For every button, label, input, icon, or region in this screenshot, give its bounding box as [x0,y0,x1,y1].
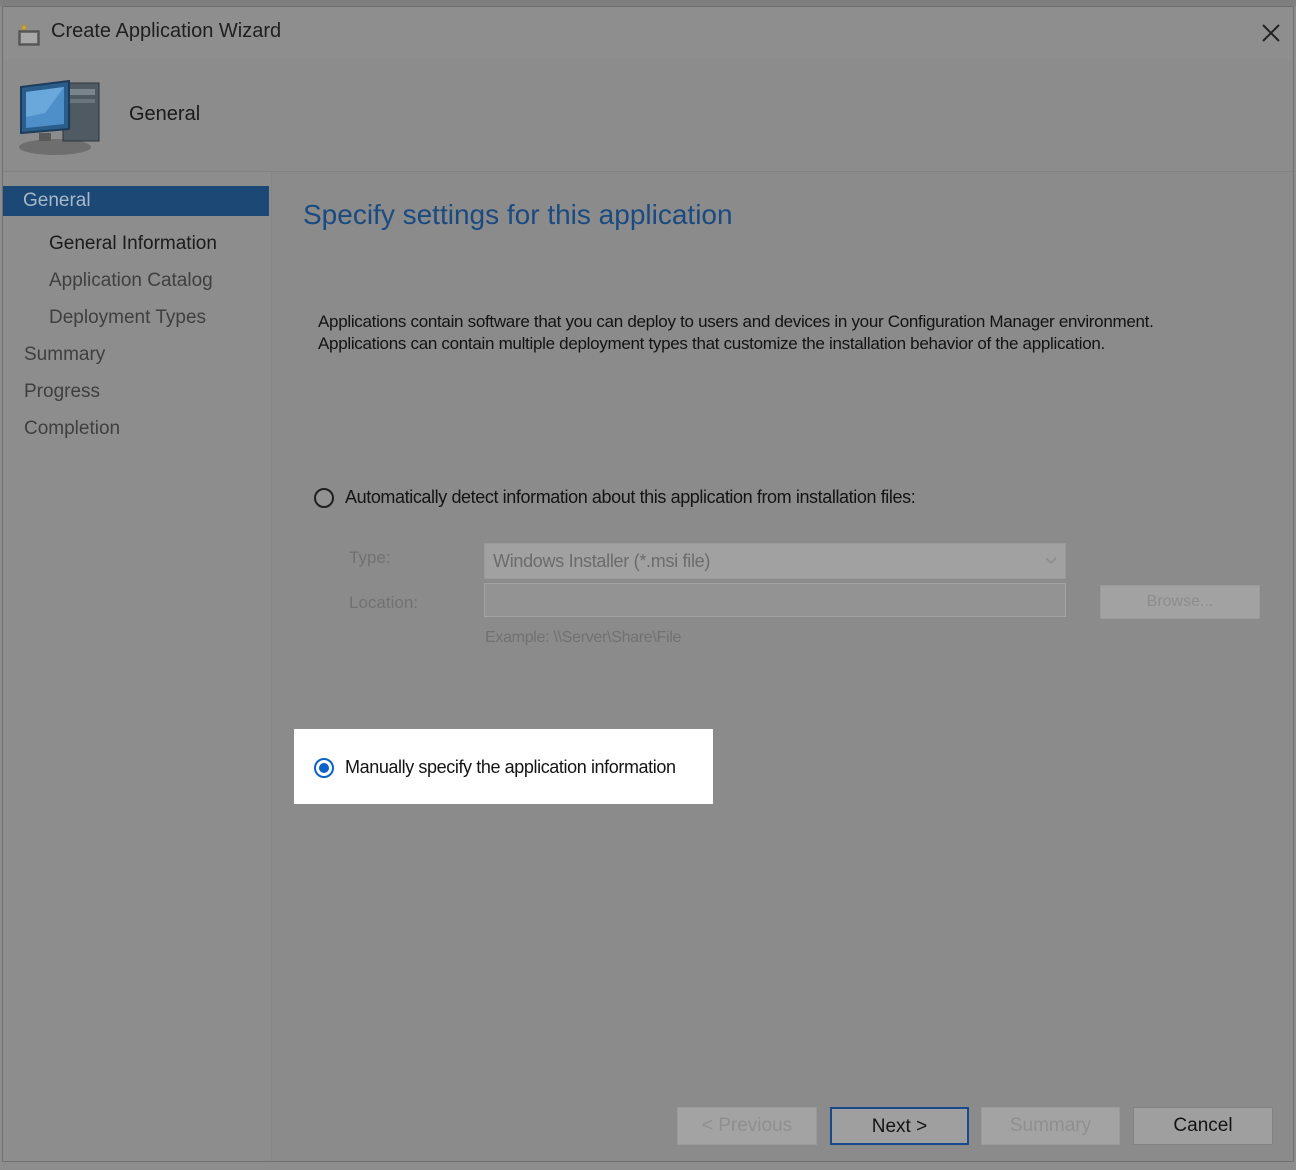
wizard-header: General [3,59,1293,172]
type-select[interactable]: Windows Installer (*.msi file) [484,543,1066,579]
close-icon [1262,24,1280,42]
manual-specify-radio[interactable] [314,758,334,778]
nav-item-general[interactable]: General [3,186,269,216]
location-label: Location: [349,593,418,612]
title-bar: Create Application Wizard [3,7,1293,59]
wizard-window: Create Application Wizard General Genera… [2,6,1294,1162]
step-title: General [129,103,201,125]
nav-item-general-information[interactable]: General Information [49,233,217,255]
chevron-down-icon [1045,557,1057,565]
nav-item-completion[interactable]: Completion [24,418,120,440]
description: Applications contain software that you c… [318,311,1258,355]
browse-button[interactable]: Browse... [1100,585,1260,619]
previous-button[interactable]: < Previous [677,1107,817,1145]
description-line-1: Applications contain software that you c… [318,312,1154,331]
type-select-value: Windows Installer (*.msi file) [493,551,711,571]
auto-detect-label[interactable]: Automatically detect information about t… [345,487,916,508]
type-label: Type: [349,548,391,567]
wizard-content: Specify settings for this application Ap… [273,173,1293,1161]
location-example: Example: \\Server\Share\File [485,629,682,646]
manual-specify-label[interactable]: Manually specify the application informa… [345,757,676,778]
description-line-2: Applications can contain multiple deploy… [318,334,1105,353]
nav-item-summary[interactable]: Summary [24,344,105,366]
page-heading: Specify settings for this application [303,199,733,230]
next-button[interactable]: Next > [830,1107,969,1145]
computer-icon [19,79,100,155]
cancel-button[interactable]: Cancel [1133,1107,1273,1145]
close-button[interactable] [1255,17,1287,49]
nav-item-application-catalog[interactable]: Application Catalog [49,270,213,292]
nav-item-deployment-types[interactable]: Deployment Types [49,307,206,329]
auto-detect-radio[interactable] [314,488,334,508]
window-title: Create Application Wizard [51,20,282,42]
wizard-step-nav: General General Information Application … [3,173,272,1161]
nav-item-progress[interactable]: Progress [24,381,100,403]
summary-button[interactable]: Summary [981,1107,1120,1145]
wizard-icon [18,24,40,46]
location-input[interactable] [484,583,1066,617]
